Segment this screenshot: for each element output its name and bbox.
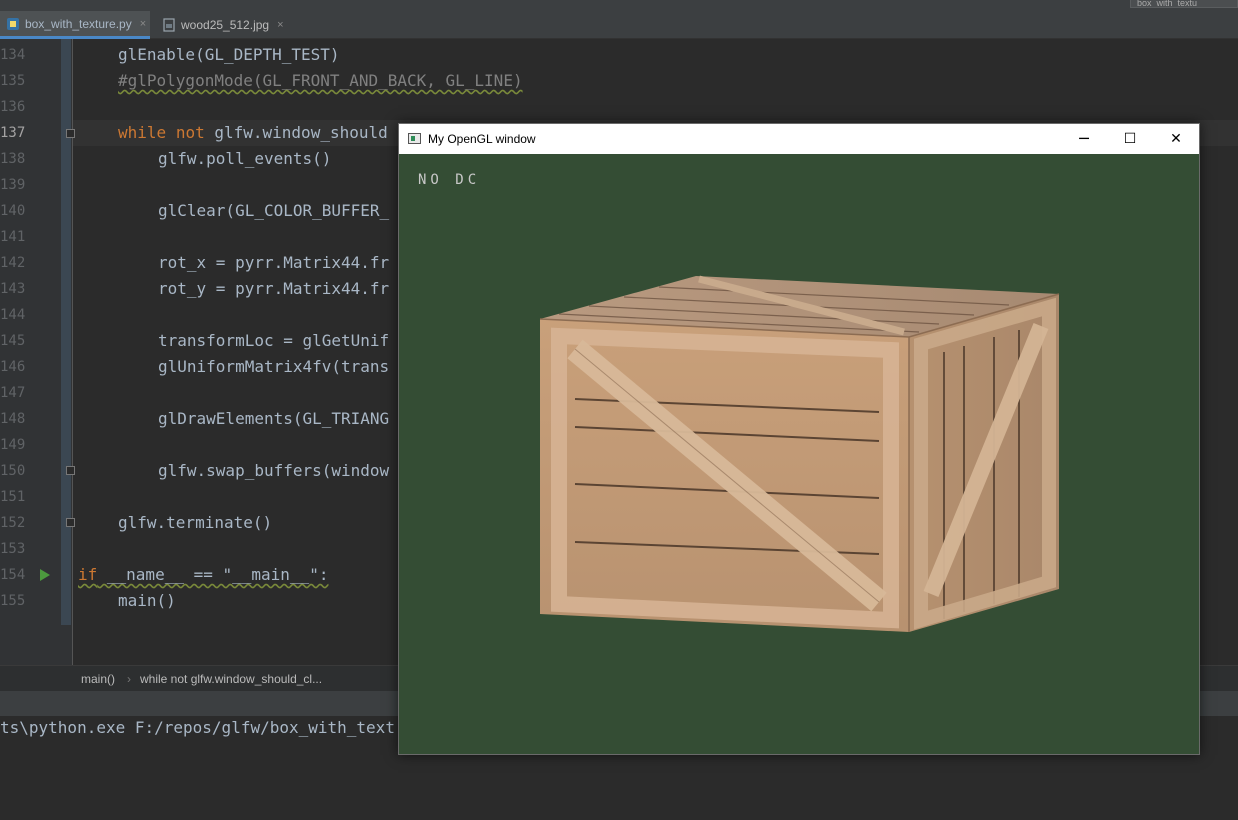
code-line[interactable]: #glPolygonMode(GL_FRONT_AND_BACK, GL_LIN… [118,68,523,94]
breadcrumb-item[interactable]: main() [81,672,115,686]
code-line[interactable]: glDrawElements(GL_TRIANG [158,406,389,432]
code-line[interactable]: glfw.swap_buffers(window [158,458,389,484]
keyword: not [175,123,205,142]
line-number: 143 [0,281,26,297]
maximize-button[interactable]: ☐ [1107,124,1153,154]
tab-label: wood25_512.jpg [181,18,270,32]
line-number: 142 [0,255,26,271]
code-line[interactable]: glfw.terminate() [118,510,272,536]
close-icon[interactable]: × [140,18,146,30]
image-file-icon [162,18,176,32]
window-title: My OpenGL window [428,132,536,146]
breadcrumb-separator: › [127,672,131,686]
line-number: 148 [0,411,26,427]
close-button[interactable]: ✕ [1153,124,1199,154]
opengl-window-titlebar[interactable]: My OpenGL window ─ ☐ ✕ [399,124,1199,154]
line-number: 136 [0,99,26,115]
code-line[interactable]: glEnable(GL_DEPTH_TEST) [118,42,340,68]
line-number: 138 [0,151,26,167]
line-number: 144 [0,307,26,323]
keyword: while [118,123,167,142]
tab-box-with-texture-py[interactable]: box_with_texture.py × [0,11,150,39]
line-number: 149 [0,437,26,453]
code-line[interactable]: glfw.poll_events() [158,146,331,172]
tab-label: box_with_texture.py [25,16,132,31]
line-number: 135 [0,73,26,89]
line-number: 147 [0,385,26,401]
fold-icon[interactable] [66,518,75,527]
opengl-canvas[interactable]: NO DC [399,154,1199,754]
code-text: __name__ == "__main__": [97,565,329,584]
keyword: if [78,565,98,584]
code-line[interactable]: rot_x = pyrr.Matrix44.fr [158,250,389,276]
code-text: glfw.window_should [214,123,388,142]
python-file-icon [6,17,20,31]
line-number: 150 [0,463,26,479]
scope-indicator [61,39,71,625]
code-line[interactable]: glUniformMatrix4fv(trans [158,354,389,380]
tab-wood25-512-jpg[interactable]: wood25_512.jpg × [158,11,284,39]
breadcrumb-item[interactable]: while not glfw.window_should_cl... [140,672,322,686]
code-line[interactable]: while not glfw.window_should [118,120,388,146]
fold-icon[interactable] [66,129,75,138]
fold-icon[interactable] [66,466,75,475]
line-number: 145 [0,333,26,349]
code-line[interactable]: if __name__ == "__main__": [78,562,328,588]
window-app-icon [408,133,421,144]
line-number: 139 [0,177,26,193]
opengl-window: My OpenGL window ─ ☐ ✕ NO DC [398,123,1200,755]
line-number: 140 [0,203,26,219]
code-line[interactable]: transformLoc = glGetUnif [158,328,389,354]
line-number: 152 [0,515,26,531]
line-number: 134 [0,47,26,63]
editor-tab-bar: box_with_texture.py × wood25_512.jpg × [0,11,1238,39]
line-number: 155 [0,593,26,609]
minimize-button[interactable]: ─ [1061,124,1107,154]
line-number: 146 [0,359,26,375]
code-line[interactable]: main() [118,588,176,614]
line-number: 154 [0,567,26,583]
run-console-command: ts\python.exe F:/repos/glfw/box_with_tex… [0,718,395,737]
line-number: 153 [0,541,26,557]
title-strip [0,0,1238,11]
code-line[interactable]: rot_y = pyrr.Matrix44.fr [158,276,389,302]
run-gutter-icon[interactable] [40,569,50,581]
wooden-crate-render [539,275,1060,632]
line-number: 141 [0,229,26,245]
line-number: 137 [0,125,26,141]
close-icon[interactable]: × [277,19,283,31]
line-number: 151 [0,489,26,505]
run-config-selector[interactable]: box_with_textu [1130,0,1238,8]
code-line[interactable]: glClear(GL_COLOR_BUFFER_ [158,198,389,224]
